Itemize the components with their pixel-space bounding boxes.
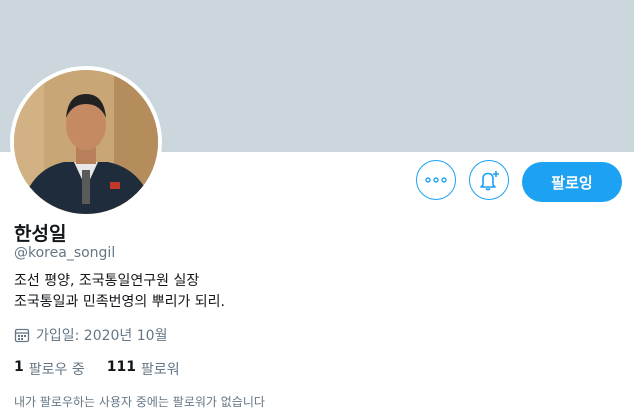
profile-bio: 조선 평양, 조국통일연구원 실장 조국통일과 민족번영의 뿌리가 되리. — [14, 271, 225, 313]
followers-label: 팔로워 — [140, 362, 180, 378]
more-icon — [425, 177, 447, 183]
bio-line: 조선 평양, 조국통일연구원 실장 — [14, 273, 200, 289]
joined-text: 가입일: 2020년 10월 — [36, 328, 168, 344]
profile-handle: @korea_songil — [14, 245, 116, 261]
bell-plus-icon — [480, 171, 499, 191]
following-button[interactable]: 팔로잉 — [522, 162, 622, 202]
profile-name: 한성일 — [14, 223, 67, 245]
followers-you-know-note: 내가 팔로우하는 사용자 중에는 팔로워가 없습니다 — [14, 395, 265, 409]
bio-line: 조국통일과 민족번영의 뿌리가 되리. — [14, 294, 225, 310]
followers-count: 111 — [106, 359, 136, 375]
following-count: 1 — [14, 359, 24, 375]
followers-link[interactable]: 111 팔로워 — [107, 359, 180, 379]
more-button[interactable] — [416, 160, 456, 200]
notifications-button[interactable] — [469, 160, 509, 200]
joined-date: 가입일: 2020년 10월 — [14, 325, 167, 345]
profile-stats: 1 팔로우 중 111 팔로워 — [14, 359, 202, 379]
following-label: 팔로우 중 — [28, 362, 85, 378]
avatar[interactable] — [10, 66, 162, 218]
following-link[interactable]: 1 팔로우 중 — [14, 359, 85, 379]
calendar-icon — [14, 328, 30, 343]
